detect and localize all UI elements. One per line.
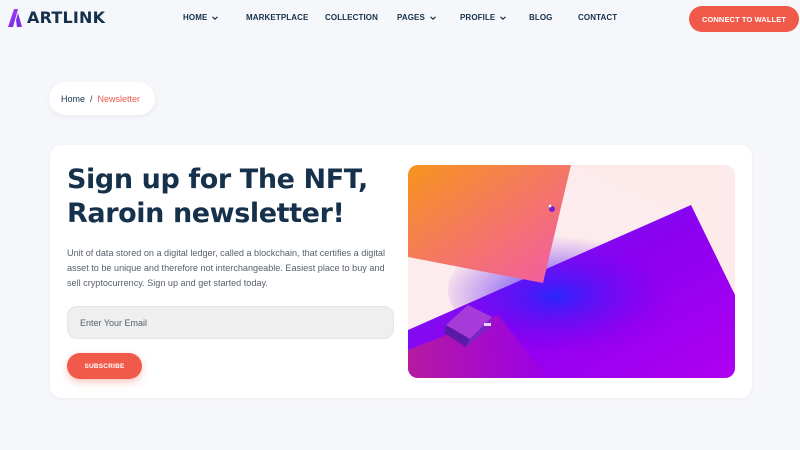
nav-item-label: PAGES xyxy=(397,13,425,22)
email-field[interactable] xyxy=(67,306,394,339)
nav-item-contact[interactable]: CONTACT xyxy=(578,13,617,22)
nav-item-label: PROFILE xyxy=(460,13,496,22)
heading-line: Raroin newsletter! xyxy=(67,198,345,229)
breadcrumb-current: Newsletter xyxy=(97,93,141,104)
abstract-art-image xyxy=(408,165,735,378)
nav-item-blog[interactable]: BLOG xyxy=(529,13,553,22)
subscribe-button[interactable]: SUBSCRIBE xyxy=(67,353,142,379)
chevron-down-icon xyxy=(500,15,507,20)
main-nav: HOME MARKETPLACE COLLECTION PAGES PROFIL… xyxy=(0,13,800,25)
nav-item-marketplace[interactable]: MARKETPLACE xyxy=(246,13,308,22)
breadcrumb-home-link[interactable]: Home xyxy=(61,94,85,104)
breadcrumb-separator: / xyxy=(90,93,93,104)
connect-wallet-button[interactable]: CONNECT TO WALLET xyxy=(689,6,799,32)
heading-line: Sign up for The NFT, xyxy=(67,164,368,195)
chevron-down-icon xyxy=(212,15,219,20)
newsletter-heading: Sign up for The NFT, Raroin newsletter! xyxy=(67,163,387,231)
nav-item-collection[interactable]: COLLECTION xyxy=(325,13,378,22)
nav-item-label: MARKETPLACE xyxy=(246,13,309,22)
chevron-down-icon xyxy=(430,15,436,20)
nav-item-home[interactable]: HOME xyxy=(183,13,219,22)
nav-item-label: HOME xyxy=(183,13,208,22)
nav-item-pages[interactable]: PAGES xyxy=(397,13,437,22)
nav-item-label: BLOG xyxy=(529,13,553,22)
nav-item-label: COLLECTION xyxy=(325,13,378,22)
newsletter-illustration xyxy=(408,165,735,378)
nav-item-label: CONTACT xyxy=(578,13,618,22)
nav-item-profile[interactable]: PROFILE xyxy=(460,13,507,22)
newsletter-description: Unit of data stored on a digital ledger,… xyxy=(67,248,385,288)
site-header: ARTLINK HOME MARKETPLACE COLLECTION PAGE… xyxy=(0,0,800,36)
breadcrumb: Home / Newsletter xyxy=(49,82,155,115)
